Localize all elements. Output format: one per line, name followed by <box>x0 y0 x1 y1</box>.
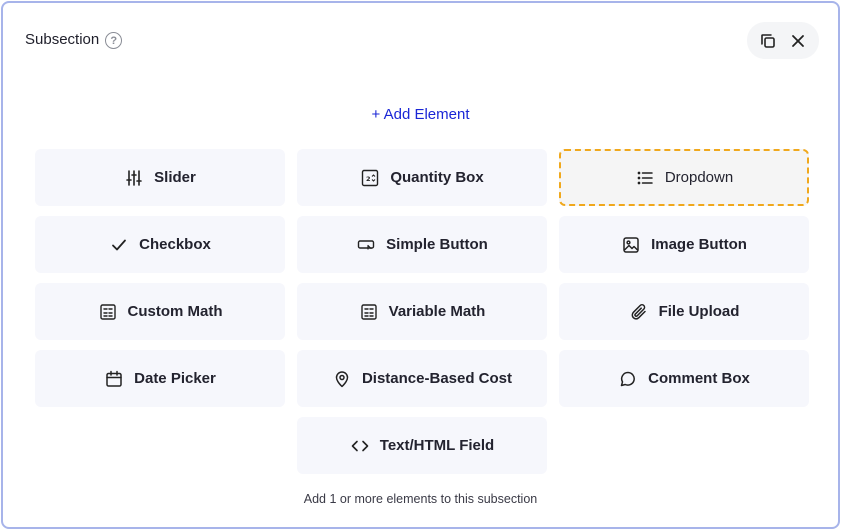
help-icon[interactable]: ? <box>105 32 123 49</box>
comment-icon <box>618 369 638 389</box>
list-icon <box>635 168 655 188</box>
quantity-icon: 2 <box>360 168 380 188</box>
copy-icon[interactable] <box>756 29 780 53</box>
element-tile-label: Date Picker <box>134 370 216 387</box>
element-tile-checkbox[interactable]: Checkbox <box>35 216 285 273</box>
element-tile-label: Text/HTML Field <box>379 437 495 454</box>
element-tile-custom-math[interactable]: Custom Math <box>35 283 285 340</box>
paperclip-icon <box>629 302 649 322</box>
element-tile-text-html-field[interactable]: Text/HTML Field <box>297 417 547 474</box>
element-tile-date-picker[interactable]: Date Picker <box>35 350 285 407</box>
element-tile-dropdown[interactable]: Dropdown <box>559 149 809 206</box>
element-tile-image-button[interactable]: Image Button <box>559 216 809 273</box>
element-tile-label: Variable Math <box>388 303 486 320</box>
element-tile-slider[interactable]: Slider <box>35 149 285 206</box>
sliders-icon <box>124 168 144 188</box>
element-tile-label: Comment Box <box>648 370 750 387</box>
calendar-icon <box>104 369 124 389</box>
element-grid: Slider 2 Quantity Box Dropdown Checkbox <box>35 149 811 474</box>
element-tile-label: Checkbox <box>139 236 211 253</box>
map-pin-icon <box>332 369 352 389</box>
element-tile-quantity-box[interactable]: 2 Quantity Box <box>297 149 547 206</box>
element-tile-file-upload[interactable]: File Upload <box>559 283 809 340</box>
element-tile-label: File Upload <box>658 303 740 320</box>
button-icon <box>356 235 376 255</box>
footer-hint: Add 1 or more elements to this subsectio… <box>303 492 538 506</box>
element-tile-distance-based-cost[interactable]: Distance-Based Cost <box>297 350 547 407</box>
check-icon <box>109 235 129 255</box>
element-tile-variable-math[interactable]: Variable Math <box>297 283 547 340</box>
calculator-icon <box>359 302 379 322</box>
element-tile-label: Quantity Box <box>390 169 484 186</box>
element-tile-label: Custom Math <box>127 303 223 320</box>
code-icon <box>350 436 370 456</box>
element-tile-comment-box[interactable]: Comment Box <box>559 350 809 407</box>
add-element-link[interactable]: + Add Element <box>0 106 841 123</box>
element-tile-label: Slider <box>154 169 196 186</box>
calculator-icon <box>98 302 118 322</box>
panel-title: Subsection <box>25 30 100 48</box>
element-tile-label: Simple Button <box>386 236 488 253</box>
element-tile-label: Distance-Based Cost <box>361 370 513 387</box>
close-icon[interactable] <box>786 29 810 53</box>
panel-header: Subsection ? <box>25 29 123 49</box>
panel-actions <box>747 22 819 59</box>
image-icon <box>621 235 641 255</box>
element-tile-simple-button[interactable]: Simple Button <box>297 216 547 273</box>
svg-text:2: 2 <box>366 175 371 183</box>
element-tile-label: Image Button <box>651 236 747 253</box>
element-tile-label: Dropdown <box>664 169 734 186</box>
